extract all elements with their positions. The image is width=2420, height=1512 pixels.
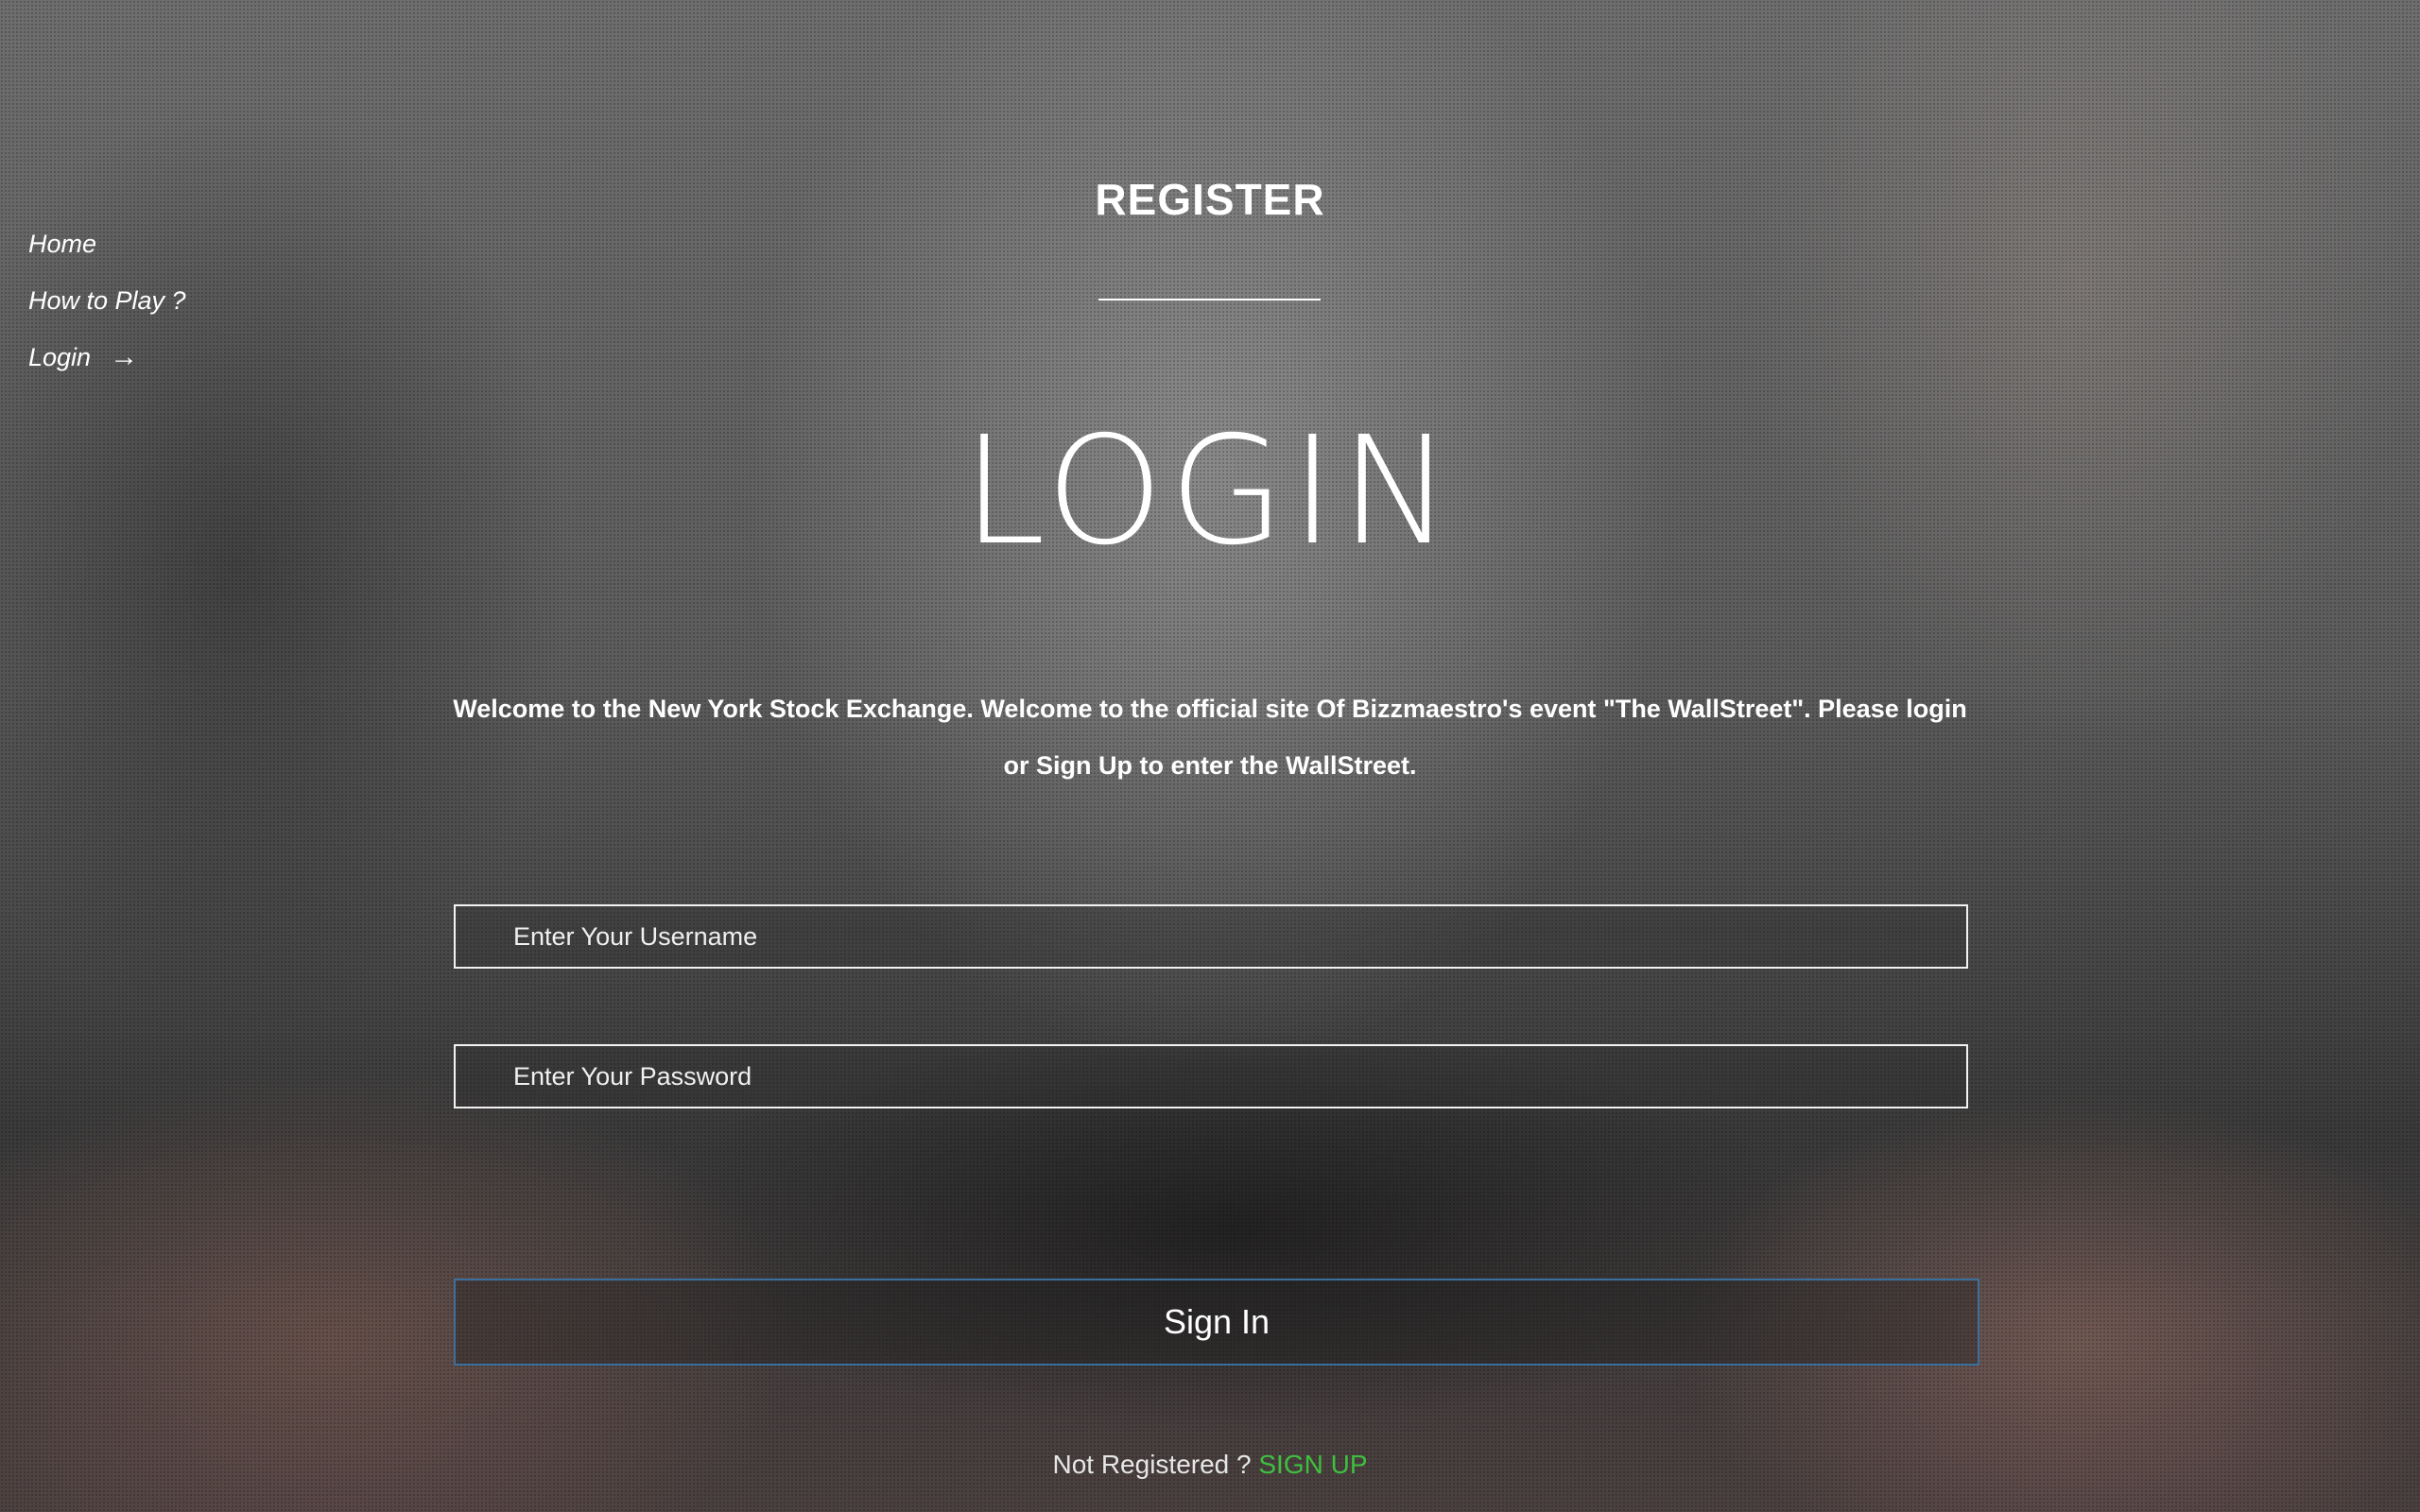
password-field-box bbox=[454, 1044, 1968, 1108]
nav-item-how-to-play[interactable]: How to Play ? bbox=[28, 272, 186, 329]
password-input[interactable] bbox=[456, 1046, 1966, 1107]
signup-prompt: Not Registered ? SIGN UP bbox=[0, 1450, 2420, 1480]
username-input[interactable] bbox=[456, 906, 1966, 967]
nav-item-home-label: Home bbox=[28, 229, 97, 258]
welcome-text: Welcome to the New York Stock Exchange. … bbox=[453, 695, 1967, 780]
arrow-right-icon: → bbox=[110, 341, 139, 372]
nav-item-login[interactable]: Login → bbox=[28, 329, 186, 386]
username-field-box bbox=[454, 904, 1968, 969]
nav-item-how-to-play-label: How to Play ? bbox=[28, 285, 186, 315]
register-underline bbox=[1098, 299, 1321, 301]
sign-up-link[interactable]: SIGN UP bbox=[1258, 1450, 1367, 1479]
side-nav: Home How to Play ? Login → bbox=[28, 215, 186, 386]
sign-in-button[interactable]: Sign In bbox=[454, 1279, 1979, 1366]
register-header: REGISTER bbox=[0, 174, 2420, 225]
nav-item-login-label: Login bbox=[28, 342, 92, 371]
signup-prompt-text: Not Registered ? bbox=[1052, 1450, 1259, 1479]
page-title: LOGIN bbox=[962, 404, 1458, 578]
register-link[interactable]: REGISTER bbox=[1095, 175, 1324, 224]
